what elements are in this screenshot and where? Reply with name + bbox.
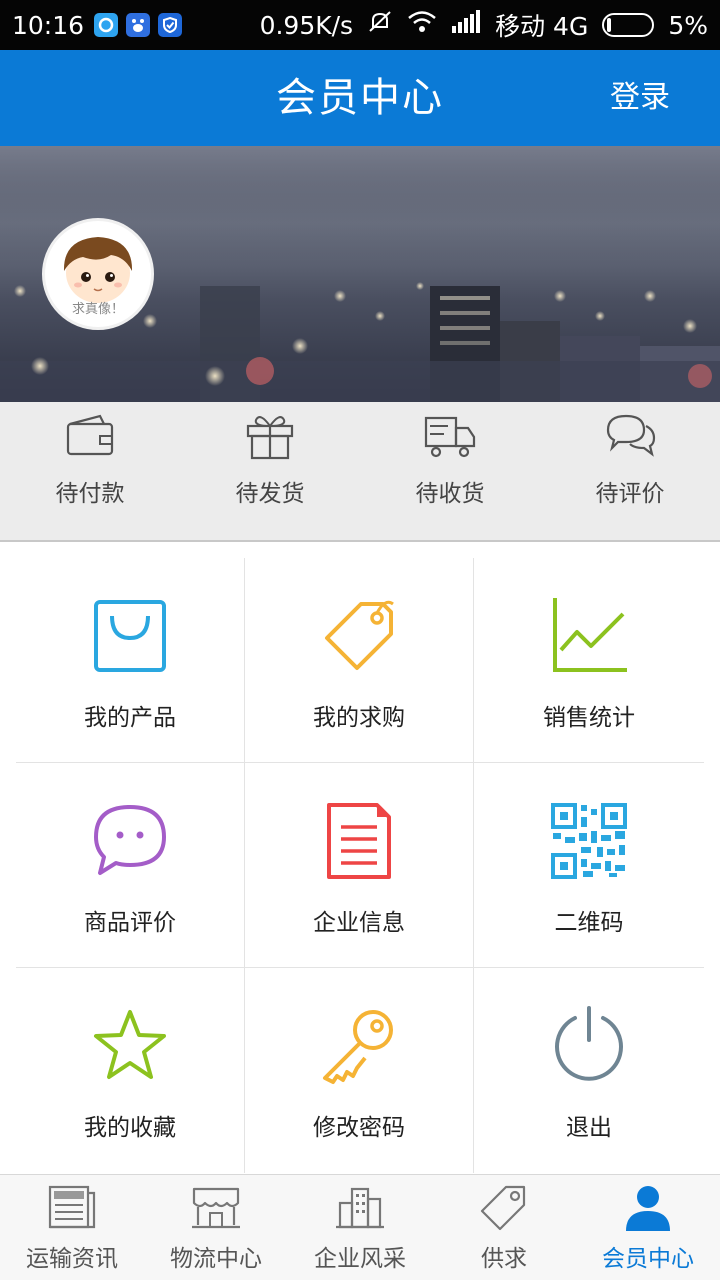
battery-icon: [602, 13, 655, 37]
document-icon: [327, 803, 391, 879]
nav-logistics-center[interactable]: 物流中心: [144, 1175, 288, 1280]
nav-company-showcase[interactable]: 企业风采: [288, 1175, 432, 1280]
wallet-icon: [66, 414, 114, 456]
order-status-label: 待收货: [415, 481, 485, 507]
menu-my-products[interactable]: 我的产品: [16, 558, 245, 763]
order-status-label: 待发货: [235, 481, 305, 507]
order-status-pending-receipt[interactable]: 待收货: [360, 402, 540, 542]
network-speed: 0.95K/s: [259, 10, 354, 40]
menu-product-reviews[interactable]: 商品评价: [16, 763, 245, 968]
nav-label: 供求: [481, 1246, 527, 1272]
browser-icon: [94, 13, 119, 37]
avatar-caption: 求真像！: [71, 302, 124, 317]
menu-label: 销售统计: [543, 705, 635, 731]
power-icon: [555, 1006, 623, 1081]
line-chart-icon: [553, 598, 627, 672]
menu-change-password[interactable]: 修改密码: [245, 968, 474, 1173]
order-status-row: 待付款 待发货 待收货 待评价: [0, 402, 720, 542]
menu-label: 商品评价: [84, 910, 176, 936]
login-button[interactable]: 登录: [610, 50, 670, 146]
menu-label: 修改密码: [313, 1115, 405, 1141]
qr-code-icon: [551, 803, 627, 879]
news-icon: [48, 1185, 96, 1229]
nav-supply-demand[interactable]: 供求: [432, 1175, 576, 1280]
menu-label: 我的产品: [84, 705, 176, 731]
nav-label: 运输资讯: [26, 1246, 118, 1272]
mute-icon: [367, 9, 393, 41]
shield-icon: [158, 13, 183, 37]
title-bar: 会员中心 登录: [0, 50, 720, 146]
nav-label: 物流中心: [170, 1246, 262, 1272]
member-menu-grid: 我的产品 我的求购 销售统计 商品评价 企业信息 二维码 我的收藏 修改密码 退…: [16, 558, 704, 1173]
key-icon: [323, 1010, 393, 1084]
truck-icon: [424, 416, 476, 458]
profile-banner: 求真像！: [0, 146, 720, 402]
menu-label: 我的求购: [313, 705, 405, 731]
menu-label: 二维码: [554, 910, 624, 936]
menu-logout[interactable]: 退出: [474, 968, 704, 1173]
menu-my-favorites[interactable]: 我的收藏: [16, 968, 245, 1173]
nav-member-center[interactable]: 会员中心: [576, 1175, 720, 1280]
signal-icon: [451, 10, 481, 40]
baidu-icon: [126, 13, 151, 37]
gift-icon: [246, 416, 294, 460]
status-time: 10:16: [12, 10, 85, 40]
shopping-bag-icon: [94, 600, 166, 672]
order-status-pending-review[interactable]: 待评价: [540, 402, 720, 542]
buildings-icon: [336, 1187, 384, 1229]
nav-label: 企业风采: [314, 1246, 406, 1272]
order-status-label: 待评价: [595, 481, 665, 507]
menu-sales-statistics[interactable]: 销售统计: [474, 558, 704, 763]
status-bar: 10:16 0.95K/s 移动 4G 5%: [0, 0, 720, 50]
menu-my-purchase-requests[interactable]: 我的求购: [245, 558, 474, 763]
menu-label: 我的收藏: [84, 1115, 176, 1141]
star-icon: [94, 1010, 166, 1079]
order-status-label: 待付款: [55, 481, 125, 507]
order-status-pending-payment[interactable]: 待付款: [0, 402, 180, 542]
menu-label: 退出: [566, 1115, 612, 1141]
order-status-pending-shipment[interactable]: 待发货: [180, 402, 360, 542]
tag-icon: [480, 1185, 526, 1231]
menu-company-info[interactable]: 企业信息: [245, 763, 474, 968]
user-icon: [626, 1186, 670, 1231]
chat-bubbles-icon: [606, 414, 656, 457]
menu-qr-code[interactable]: 二维码: [474, 763, 704, 968]
battery-percent: 5%: [668, 10, 708, 40]
wifi-icon: [407, 10, 437, 40]
speech-bubble-icon: [94, 805, 166, 875]
storefront-icon: [192, 1187, 240, 1229]
nav-label: 会员中心: [602, 1246, 694, 1272]
price-tag-icon: [325, 600, 394, 670]
menu-label: 企业信息: [313, 910, 405, 936]
avatar[interactable]: 求真像！: [42, 218, 154, 330]
nav-transport-news[interactable]: 运输资讯: [0, 1175, 144, 1280]
bottom-navigation: 运输资讯 物流中心 企业风采 供求 会员中心: [0, 1174, 720, 1280]
carrier-label: 移动 4G: [495, 12, 589, 41]
